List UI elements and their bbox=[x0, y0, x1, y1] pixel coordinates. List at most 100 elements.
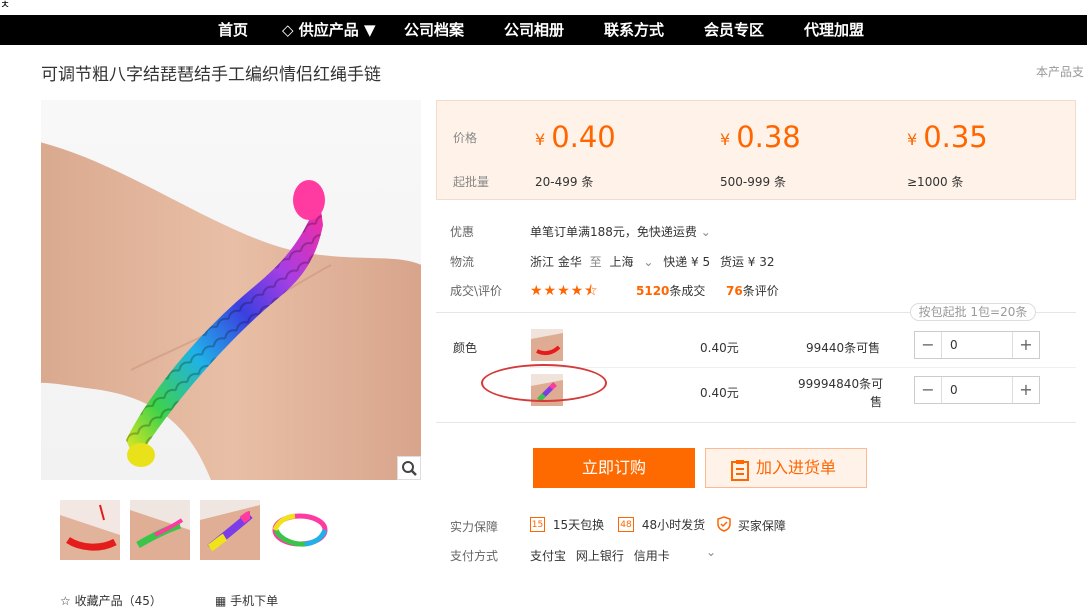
price-tier-3-value: 0.35 bbox=[923, 120, 988, 154]
bracelet-photo bbox=[41, 142, 421, 480]
discount-label: 优惠 bbox=[450, 225, 475, 239]
chevron-down-icon: ⌄ bbox=[700, 225, 711, 239]
qty-tier-1: 20-499 条 bbox=[535, 175, 594, 189]
sku-2-price: 0.40元 bbox=[700, 386, 739, 400]
guarantee-15-day-text: 15天包换 bbox=[552, 518, 605, 532]
price-tier-1: ¥0.40 bbox=[535, 120, 616, 154]
magnifier-icon bbox=[402, 461, 417, 476]
sku-2-stock-line2: 售 bbox=[870, 395, 883, 409]
price-label: 价格 bbox=[453, 131, 478, 145]
currency-symbol: ¥ bbox=[535, 130, 546, 149]
nav-company-profile[interactable]: 公司档案 bbox=[404, 15, 464, 45]
sku-2-quantity-input[interactable] bbox=[942, 377, 1020, 403]
nav-contact[interactable]: 联系方式 bbox=[604, 15, 664, 45]
to-word: 至 bbox=[589, 255, 602, 269]
price-table: 价格 起批量 ¥0.40 ¥0.38 ¥0.35 20-499 条 500-99… bbox=[436, 100, 1076, 200]
qr-code-icon: ▦ bbox=[215, 594, 227, 608]
ship-from: 浙江 金华 bbox=[530, 255, 582, 269]
thumbnail-2-image bbox=[130, 500, 190, 560]
add-to-cart-label: 加入进货单 bbox=[756, 458, 837, 477]
sku-1-stock: 99440条可售 bbox=[806, 341, 881, 355]
support-text: 本产品支 bbox=[1036, 65, 1085, 79]
color-label: 颜色 bbox=[453, 341, 478, 355]
buyer-protection[interactable]: 买家保障 bbox=[716, 516, 786, 535]
reviews-count-link[interactable]: 76条评价 bbox=[726, 282, 779, 299]
payment-methods: 支付宝 网上银行 信用卡 bbox=[530, 547, 670, 564]
sku-2-quantity-stepper: − + bbox=[914, 376, 1040, 404]
top-strip: ㅊ bbox=[0, 0, 1087, 15]
top-navigation: 首页 ◇ 供应产品 ▼ 公司档案 公司相册 联系方式 会员专区 代理加盟 bbox=[0, 15, 1087, 45]
mobile-order-link[interactable]: ▦ 手机下单 bbox=[215, 592, 278, 609]
logistics-row: 物流 bbox=[450, 253, 474, 270]
price-tier-2-value: 0.38 bbox=[736, 120, 801, 154]
thumbnail-2[interactable] bbox=[130, 500, 190, 560]
payment-alipay: 支付宝 bbox=[530, 549, 567, 563]
buyer-protection-text: 买家保障 bbox=[737, 519, 786, 533]
ship-to[interactable]: 上海 bbox=[610, 255, 634, 269]
decrement-button[interactable]: − bbox=[915, 377, 942, 403]
nav-home[interactable]: 首页 bbox=[218, 15, 248, 45]
chevron-down-icon[interactable]: ⌄ bbox=[643, 255, 653, 269]
deals-count-link[interactable]: 5120条成交 bbox=[636, 282, 705, 299]
corner-mark: ㅊ bbox=[0, 0, 11, 11]
thumbnail-3-image bbox=[200, 500, 260, 560]
price-tier-1-value: 0.40 bbox=[551, 120, 616, 154]
nav-company-album[interactable]: 公司相册 bbox=[504, 15, 564, 45]
deals-row: 成交\评价 bbox=[450, 282, 502, 299]
min-qty-label: 起批量 bbox=[453, 175, 490, 189]
highlight-circle bbox=[481, 364, 607, 402]
nav-products[interactable]: ◇ 供应产品 ▼ bbox=[282, 15, 376, 45]
freight-fee: 货运 ¥ 32 bbox=[719, 255, 775, 269]
reviews-unit: 条评价 bbox=[742, 284, 779, 298]
increment-button[interactable]: + bbox=[1012, 377, 1039, 403]
mobile-order-label: 手机下单 bbox=[230, 594, 279, 608]
payment-label-text: 支付方式 bbox=[450, 549, 499, 563]
deals-count: 5120 bbox=[636, 284, 670, 298]
favorite-link[interactable]: ☆ 收藏产品（45） bbox=[60, 592, 162, 609]
nav-member-area[interactable]: 会员专区 bbox=[704, 15, 764, 45]
star-outline-icon: ☆ bbox=[60, 594, 71, 608]
deals-label: 成交\评价 bbox=[450, 284, 503, 298]
thumbnail-1[interactable] bbox=[60, 500, 120, 560]
thumbnail-3[interactable] bbox=[200, 500, 260, 560]
order-now-button[interactable]: 立即订购 bbox=[533, 448, 695, 488]
guarantee-48-hour[interactable]: 48 48小时发货 bbox=[618, 516, 705, 533]
payment-credit-card: 信用卡 bbox=[633, 549, 670, 563]
reviews-count: 76 bbox=[726, 284, 743, 298]
divider bbox=[436, 422, 1076, 423]
guarantee-label: 实力保障 bbox=[450, 518, 498, 535]
currency-symbol: ¥ bbox=[720, 130, 731, 149]
deals-unit: 条成交 bbox=[669, 284, 706, 298]
payment-expand[interactable]: ⌄ bbox=[706, 545, 716, 559]
price-tier-3: ¥0.35 bbox=[907, 120, 988, 154]
decrement-button[interactable]: − bbox=[915, 332, 942, 358]
guarantee-label-text: 实力保障 bbox=[450, 520, 499, 534]
logistics-label: 物流 bbox=[450, 255, 475, 269]
sku-red-image bbox=[531, 329, 563, 361]
guarantee-15-day[interactable]: 15 15天包换 bbox=[530, 516, 604, 533]
discount-value[interactable]: 单笔订单满188元，免快递运费 ⌄ bbox=[530, 223, 711, 240]
price-tier-2: ¥0.38 bbox=[720, 120, 801, 154]
payment-online-bank: 网上银行 bbox=[575, 549, 624, 563]
main-product-image[interactable] bbox=[41, 100, 421, 480]
product-title: 可调节粗八字结琵琶结手工编织情侣红绳手链 bbox=[41, 65, 381, 85]
calendar-15-icon: 15 bbox=[530, 517, 545, 532]
increment-button[interactable]: + bbox=[1012, 332, 1039, 358]
favorite-label: 收藏产品（45） bbox=[74, 594, 162, 608]
qty-tier-3: ≥1000 条 bbox=[907, 175, 964, 189]
thumbnail-4[interactable] bbox=[270, 500, 330, 560]
qty-tier-2: 500-999 条 bbox=[720, 175, 786, 189]
thumbnail-4-image bbox=[270, 500, 330, 560]
star-rating-icon: ★★★★⯪ bbox=[530, 283, 599, 299]
sku-1-quantity-input[interactable] bbox=[942, 332, 1020, 358]
sku-2-stock: 99994840条可 售 bbox=[798, 375, 883, 411]
express-fee: 快递 ¥ 5 bbox=[663, 255, 711, 269]
zoom-button[interactable] bbox=[397, 456, 421, 480]
clipboard-icon bbox=[730, 457, 750, 495]
logistics-value: 浙江 金华 至 上海 ⌄ 快递 ¥ 5 货运 ¥ 32 bbox=[530, 253, 775, 270]
sku-2-stock-line1: 99994840条可 bbox=[798, 377, 884, 391]
sku-thumbnail-red[interactable] bbox=[531, 329, 563, 361]
guarantee-48-hour-text: 48小时发货 bbox=[641, 518, 706, 532]
add-to-cart-button[interactable]: 加入进货单 bbox=[705, 448, 867, 488]
nav-agent-join[interactable]: 代理加盟 bbox=[804, 15, 864, 45]
